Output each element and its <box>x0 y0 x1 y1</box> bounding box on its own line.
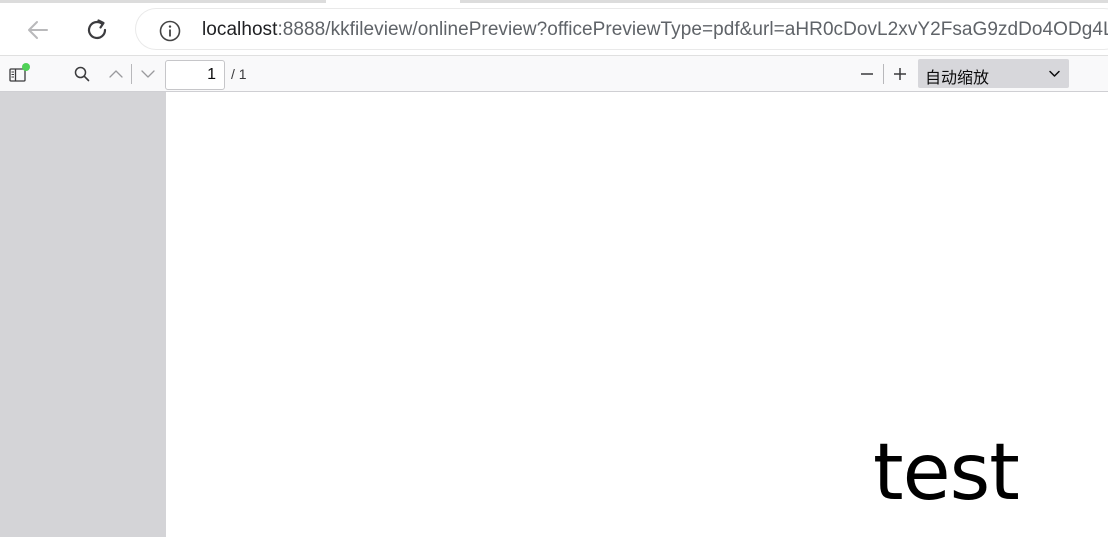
pdf-sidebar <box>0 92 166 537</box>
url-text[interactable]: localhost:8888/kkfileview/onlinePreview?… <box>202 19 1108 41</box>
toolbar-separator <box>883 64 884 84</box>
sidebar-toggle-button[interactable] <box>4 60 32 88</box>
page-count: / 1 <box>231 66 247 82</box>
chevron-up-icon <box>109 70 123 78</box>
minus-icon <box>861 73 873 75</box>
reload-button[interactable] <box>77 10 117 50</box>
info-icon[interactable] <box>159 20 181 42</box>
search-icon <box>74 66 90 82</box>
url-host: localhost <box>202 19 278 40</box>
url-path: :8888/kkfileview/onlinePreview?officePre… <box>277 19 1108 40</box>
chevron-down-icon <box>1049 70 1060 77</box>
browser-toolbar: localhost:8888/kkfileview/onlinePreview?… <box>0 4 1108 55</box>
zoom-select[interactable]: 自动缩放 <box>918 59 1069 88</box>
previous-page-button[interactable] <box>102 60 130 88</box>
toolbar-separator <box>131 64 132 84</box>
tab-strip-segment <box>460 0 1108 3</box>
zoom-out-button[interactable] <box>853 60 881 88</box>
tab-strip-segment <box>0 0 326 3</box>
reload-icon <box>87 19 107 40</box>
find-button[interactable] <box>68 60 96 88</box>
notification-dot <box>22 63 30 71</box>
address-bar[interactable]: localhost:8888/kkfileview/onlinePreview?… <box>135 8 1108 50</box>
pdf-toolbar: 1 / 1 自动缩放 <box>0 55 1108 92</box>
page-number-input[interactable]: 1 <box>165 60 225 90</box>
sidebar-toggle-icon <box>9 63 30 82</box>
plus-icon <box>894 68 906 80</box>
next-page-button[interactable] <box>134 60 162 88</box>
pdf-page-text: test <box>873 428 1020 518</box>
arrow-left-icon <box>28 21 48 39</box>
pdf-viewer[interactable]: test <box>166 92 1108 537</box>
zoom-in-button[interactable] <box>886 60 914 88</box>
zoom-select-value: 自动缩放 <box>925 70 990 87</box>
back-button[interactable] <box>18 10 58 50</box>
chevron-down-icon <box>141 70 155 78</box>
